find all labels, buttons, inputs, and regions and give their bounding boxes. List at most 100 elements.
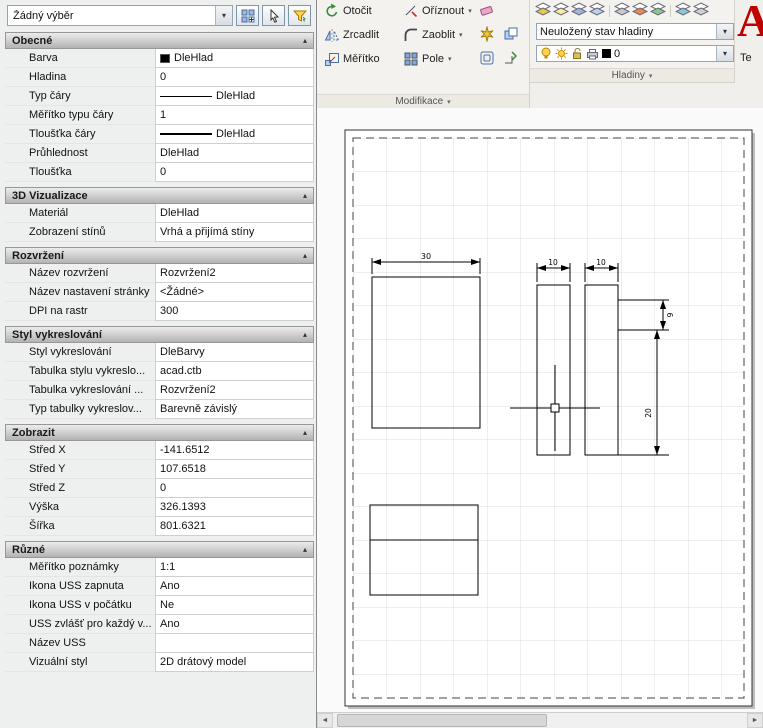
section-header[interactable]: Různé▴ <box>5 541 314 558</box>
prop-value[interactable]: DleHlad <box>155 49 314 68</box>
modify-panel-label[interactable]: Modifikace ▾ <box>317 94 529 108</box>
combo-arrow-button[interactable]: ▾ <box>716 24 733 39</box>
layer-state-dropdown[interactable]: Neuložený stav hladiny ▾ <box>536 23 734 40</box>
prop-value[interactable]: 326.1393 <box>155 498 314 517</box>
chevron-down-icon[interactable]: ▾ <box>448 55 452 63</box>
scroll-left-button[interactable]: ◄ <box>317 713 333 728</box>
collapse-icon[interactable]: ▴ <box>303 330 307 339</box>
stretch-button[interactable] <box>501 48 521 68</box>
layer-on-bulb-icon[interactable] <box>540 47 552 60</box>
layer-plot-printer-icon[interactable] <box>586 48 599 60</box>
prop-value[interactable]: 801.6321 <box>155 517 314 536</box>
prop-value[interactable]: 1 <box>155 106 314 125</box>
fillet-button[interactable]: Zaoblit ▾ <box>403 24 463 46</box>
layer-unisolate-button[interactable] <box>553 2 569 19</box>
mirror-button[interactable]: Zrcadlit <box>324 24 379 46</box>
prop-value[interactable] <box>155 634 314 653</box>
prop-value[interactable]: DleBarvy <box>155 343 314 362</box>
scrollbar-track[interactable] <box>333 713 747 728</box>
drawing-canvas[interactable]: 30 10 10 9 20 <box>317 108 763 712</box>
current-layer-dropdown[interactable]: 0 ▾ <box>536 45 734 62</box>
prop-value[interactable]: acad.ctb <box>155 362 314 381</box>
select-objects-button[interactable] <box>262 5 285 26</box>
copy-button[interactable] <box>501 24 521 44</box>
scroll-right-button[interactable]: ► <box>747 713 763 728</box>
mirror-icon <box>324 27 340 43</box>
prop-value[interactable]: Ano <box>155 577 314 596</box>
offset-button[interactable] <box>477 48 497 68</box>
array-button[interactable]: Pole ▾ <box>403 48 452 70</box>
layer-color-swatch-icon[interactable] <box>602 49 611 58</box>
prop-value[interactable]: 107.6518 <box>155 460 314 479</box>
current-layer-name: 0 <box>611 48 716 60</box>
layer-prev-button[interactable] <box>675 2 691 19</box>
layer-isolate-button[interactable] <box>535 2 551 19</box>
prop-row: MateriálDleHlad <box>5 204 314 223</box>
prop-value[interactable]: 1:1 <box>155 558 314 577</box>
trim-button[interactable]: Oříznout ▾ <box>403 0 472 22</box>
prop-value[interactable]: Barevně závislý <box>155 400 314 419</box>
text-tool-icon[interactable]: A <box>737 0 763 47</box>
scale-button[interactable]: Měřítko <box>324 48 380 70</box>
section-header[interactable]: Rozvržení▴ <box>5 247 314 264</box>
autocad-window: Žádný výběr ▾ Obecné▴ BarvaDleHlad Hladi… <box>0 0 763 728</box>
layers-panel-label[interactable]: Hladiny ▾ <box>530 68 734 82</box>
prop-value-text: 0 <box>160 482 166 494</box>
collapse-icon[interactable]: ▴ <box>303 545 307 554</box>
section-header[interactable]: 3D Vizualizace▴ <box>5 187 314 204</box>
prop-value[interactable]: <Žádné> <box>155 283 314 302</box>
collapse-icon[interactable]: ▴ <box>303 428 307 437</box>
prop-label: Barva <box>5 49 155 68</box>
prop-value[interactable]: Rozvržení2 <box>155 381 314 400</box>
chevron-down-icon[interactable]: ▾ <box>459 31 463 39</box>
prop-value[interactable]: Ne <box>155 596 314 615</box>
layer-walk-button[interactable] <box>650 2 666 19</box>
collapse-icon[interactable]: ▴ <box>303 251 307 260</box>
rotate-button[interactable]: Otočit <box>324 0 372 22</box>
prop-value[interactable]: DleHlad <box>155 125 314 144</box>
collapse-icon[interactable]: ▴ <box>303 191 307 200</box>
prop-value[interactable]: Vrhá a přijímá stíny <box>155 223 314 242</box>
scrollbar-thumb[interactable] <box>337 714 547 727</box>
toggle-pickadd-button[interactable] <box>236 5 259 26</box>
prop-value[interactable]: 0 <box>155 479 314 498</box>
section-header[interactable]: Zobrazit▴ <box>5 424 314 441</box>
explode-button[interactable] <box>477 24 497 44</box>
prop-value[interactable]: 0 <box>155 163 314 182</box>
chevron-down-icon[interactable]: ▾ <box>468 7 472 15</box>
section-header[interactable]: Obecné▴ <box>5 32 314 49</box>
prop-value[interactable]: DleHlad <box>155 144 314 163</box>
prop-label: Vizuální styl <box>5 653 155 672</box>
section-header[interactable]: Styl vykreslování ▴ <box>5 326 314 343</box>
quick-select-button[interactable] <box>288 5 311 26</box>
combo-arrow-button[interactable]: ▾ <box>215 6 232 25</box>
collapse-icon[interactable]: ▴ <box>303 36 307 45</box>
layer-match-button[interactable] <box>632 2 648 19</box>
layer-merge-button[interactable] <box>693 2 709 19</box>
prop-row: DPI na rastr300 <box>5 302 314 321</box>
prop-value[interactable]: 0 <box>155 68 314 87</box>
prop-row: Ikona USS v počátkuNe <box>5 596 314 615</box>
dim-text: 20 <box>644 408 653 418</box>
prop-value[interactable]: DleHlad <box>155 87 314 106</box>
prop-value[interactable]: DleHlad <box>155 204 314 223</box>
layer-lock-button[interactable] <box>614 2 630 19</box>
horizontal-scrollbar[interactable]: ◄ ► <box>317 712 763 728</box>
layer-freeze-button[interactable] <box>571 2 587 19</box>
prop-value[interactable]: 2D drátový model <box>155 653 314 672</box>
section-title: Styl vykreslování <box>12 329 102 341</box>
prop-value[interactable]: Rozvržení2 <box>155 264 314 283</box>
layer-thaw-sun-icon[interactable] <box>555 47 568 60</box>
erase-button[interactable] <box>477 0 497 20</box>
layer-off-button[interactable] <box>589 2 605 19</box>
combo-arrow-button[interactable]: ▾ <box>716 46 733 61</box>
layer-unlock-icon[interactable] <box>571 47 583 60</box>
selection-type-combobox[interactable]: Žádný výběr ▾ <box>7 5 233 26</box>
section-general: Obecné▴ BarvaDleHlad Hladina0 Typ čáryDl… <box>5 32 314 182</box>
prop-row: Název rozvrženíRozvržení2 <box>5 264 314 283</box>
prop-value-text: Barevně závislý <box>160 403 237 415</box>
prop-value[interactable]: -141.6512 <box>155 441 314 460</box>
layer-state-value: Neuložený stav hladiny <box>537 26 716 38</box>
prop-value[interactable]: Ano <box>155 615 314 634</box>
prop-value[interactable]: 300 <box>155 302 314 321</box>
